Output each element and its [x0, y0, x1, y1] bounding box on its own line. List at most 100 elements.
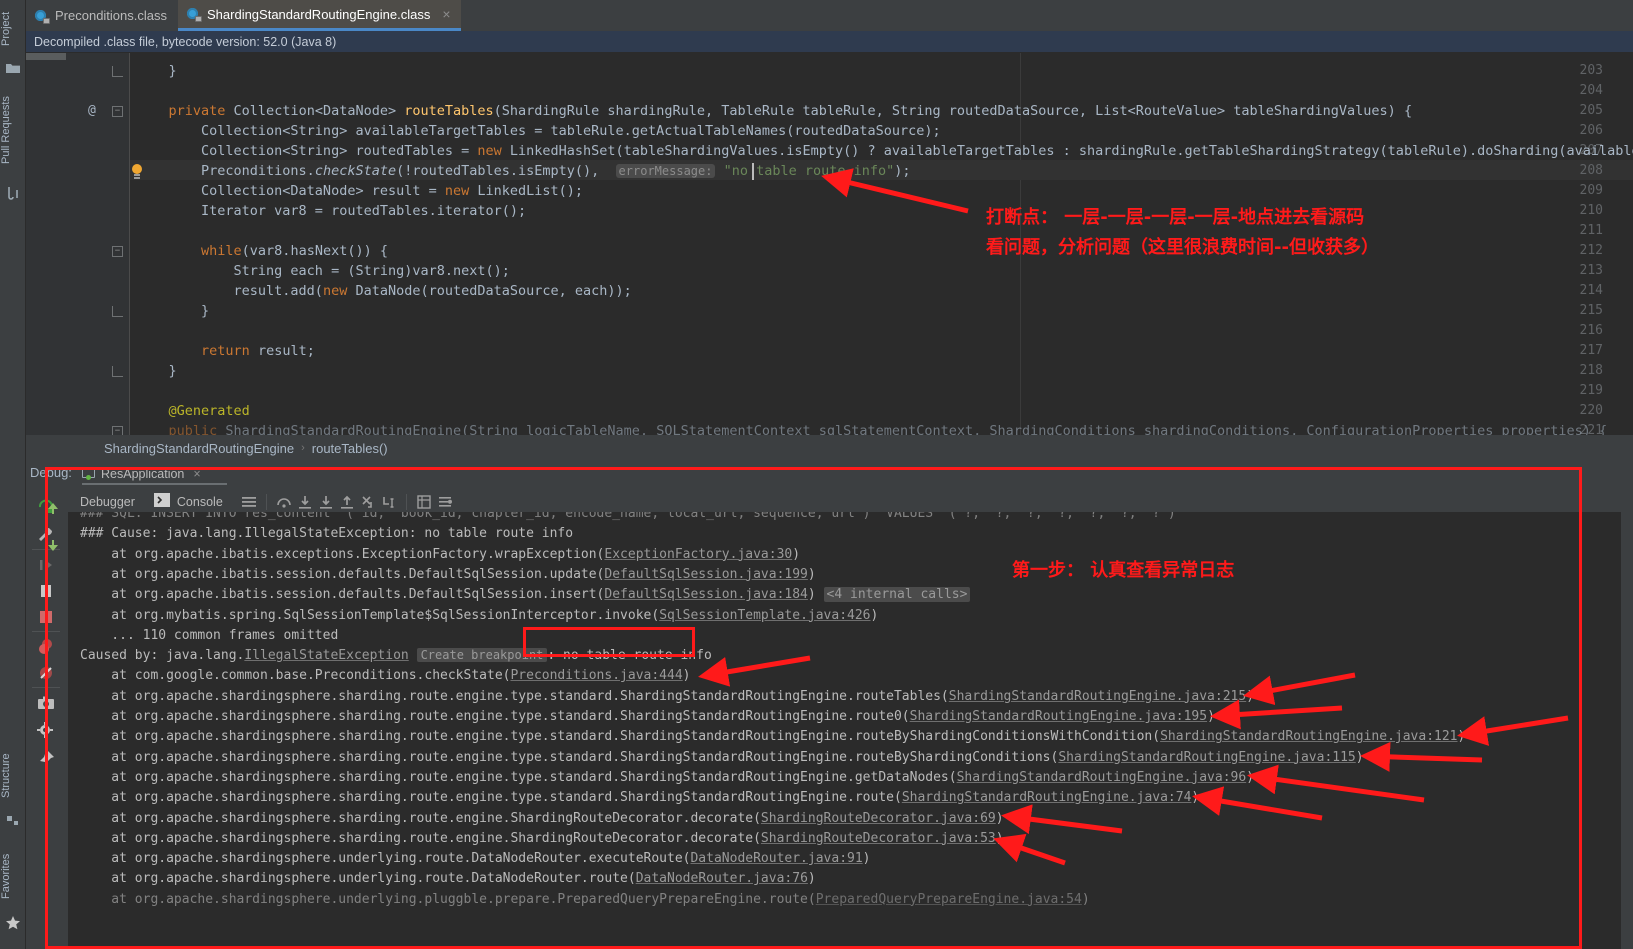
breadcrumb-separator-icon: › [301, 442, 305, 454]
console-line[interactable]: ### SQL: INSERT INTO res_content ( id, b… [80, 512, 1176, 521]
line-number: 209 [1579, 183, 1603, 198]
console-line[interactable]: at org.apache.shardingsphere.sharding.ro… [80, 750, 1363, 765]
line-number: 211 [1579, 223, 1603, 238]
project-folder-icon[interactable] [5, 60, 21, 76]
stop-icon[interactable] [36, 607, 56, 627]
code-editor[interactable]: 203 } 204 205 @ − private Collection<DataNod… [26, 53, 1633, 435]
console-line[interactable]: at org.apache.ibatis.session.defaults.De… [80, 567, 815, 582]
console-line[interactable]: Caused by: java.lang.IllegalStateExcepti… [80, 648, 712, 663]
line-number: 220 [1579, 403, 1603, 418]
line-number: 218 [1579, 363, 1603, 378]
code-line[interactable]: } [136, 303, 209, 319]
console-line[interactable]: at com.google.common.base.Preconditions.… [80, 668, 690, 683]
code-line[interactable]: while(var8.hasNext()) { [136, 243, 388, 259]
breadcrumb-class[interactable]: ShardingStandardRoutingEngine [104, 441, 294, 456]
console-line[interactable]: at org.apache.shardingsphere.underlying.… [80, 871, 815, 886]
scroll-up-icon[interactable] [46, 500, 60, 516]
rail-structure-label[interactable]: Structure [0, 740, 26, 812]
tab-console[interactable]: Console [146, 491, 231, 513]
console-line[interactable]: ... 110 common frames omitted [80, 628, 338, 643]
scroll-down-icon[interactable] [46, 538, 60, 554]
code-line[interactable]: Collection<String> routedTables = new Li… [136, 143, 1633, 159]
code-fold-toggle-icon[interactable]: − [112, 426, 123, 435]
code-line[interactable]: } [136, 363, 177, 379]
step-into-icon[interactable] [317, 493, 335, 511]
code-fold-toggle-icon[interactable]: − [112, 246, 123, 257]
code-line[interactable]: Preconditions.checkState(!routedTables.i… [136, 163, 911, 179]
tab-debugger[interactable]: Debugger [72, 491, 143, 513]
console-line[interactable]: at org.apache.ibatis.session.defaults.De… [80, 587, 971, 603]
editor-horizontal-scrollbar[interactable] [26, 53, 66, 60]
star-icon[interactable] [5, 915, 21, 931]
line-number: 208 [1579, 163, 1603, 178]
code-fold-toggle-icon[interactable] [112, 306, 123, 317]
view-breakpoints-icon[interactable] [36, 637, 56, 657]
settings-gear-icon[interactable] [36, 721, 56, 741]
code-fold-toggle-icon[interactable]: − [112, 106, 123, 117]
layout-settings-icon[interactable] [240, 493, 258, 511]
run-to-cursor-icon[interactable] [380, 493, 398, 511]
run-tab-label: ResApplication [101, 466, 185, 481]
code-line[interactable]: return result; [136, 343, 315, 359]
screenshot-camera-icon[interactable] [36, 693, 56, 713]
code-line[interactable]: Collection<DataNode> result = new Linked… [136, 183, 583, 199]
console-line[interactable]: at org.apache.shardingsphere.sharding.ro… [80, 790, 1199, 805]
run-configuration-tab[interactable]: ResApplication × [82, 463, 201, 484]
code-line[interactable]: Iterator var8 = routedTables.iterator(); [136, 203, 526, 219]
tab-debugger-label: Debugger [80, 495, 135, 509]
console-output[interactable]: ### SQL: INSERT INTO res_content ( id, b… [68, 512, 1621, 949]
console-line[interactable]: at org.apache.shardingsphere.sharding.ro… [80, 811, 1003, 826]
structure-icon[interactable] [5, 812, 21, 828]
line-number: 212 [1579, 243, 1603, 258]
pin-icon[interactable] [36, 749, 56, 769]
console-line[interactable]: at org.mybatis.spring.SqlSessionTemplate… [80, 608, 878, 623]
pause-program-icon[interactable] [36, 581, 56, 601]
console-line[interactable]: at org.apache.shardingsphere.sharding.ro… [80, 709, 1215, 724]
line-number: 204 [1579, 83, 1603, 98]
code-line[interactable]: result.add(new DataNode(routedDataSource… [136, 283, 632, 299]
evaluate-expression-icon[interactable] [415, 493, 433, 511]
code-line[interactable]: } [136, 63, 177, 79]
line-number: 216 [1579, 323, 1603, 338]
override-marker-icon[interactable]: @ [88, 103, 96, 118]
step-over-icon[interactable] [296, 493, 314, 511]
code-line[interactable]: private Collection<DataNode> routeTables… [136, 103, 1413, 119]
tab-preconditions[interactable]: Preconditions.class × [26, 0, 197, 31]
code-fold-toggle-icon[interactable] [112, 366, 123, 377]
console-line[interactable]: at org.apache.shardingsphere.sharding.ro… [80, 770, 1254, 785]
console-line[interactable]: at org.apache.shardingsphere.sharding.ro… [80, 689, 1254, 704]
decompiled-notification-bar: Decompiled .class file, bytecode version… [26, 31, 1633, 53]
code-line[interactable]: Collection<String> availableTargetTables… [136, 123, 941, 139]
code-line[interactable]: String each = (String)var8.next(); [136, 263, 510, 279]
line-number: 215 [1579, 303, 1603, 318]
drop-frame-icon[interactable] [359, 493, 377, 511]
run-tab-close-icon[interactable]: × [193, 467, 200, 481]
resume-program-icon[interactable] [36, 555, 56, 575]
rail-favorites-label[interactable]: Favorites [0, 840, 26, 912]
code-fold-toggle-icon[interactable] [112, 66, 123, 77]
rail-pull-requests-label[interactable]: Pull Requests [0, 80, 26, 180]
tab-label: Preconditions.class [55, 8, 167, 23]
debug-panel-label: Debug: [30, 465, 72, 480]
code-line[interactable]: @Generated [136, 403, 250, 419]
java-class-icon [187, 7, 202, 22]
tab-shardingstandardroutingengine[interactable]: ShardingStandardRoutingEngine.class × [178, 0, 461, 31]
console-line[interactable]: at org.apache.shardingsphere.underlying.… [80, 892, 1089, 907]
console-icon [153, 493, 172, 511]
console-line[interactable]: at org.apache.shardingsphere.sharding.ro… [80, 831, 1003, 846]
rail-project-label[interactable]: Project [0, 2, 26, 56]
line-number: 217 [1579, 343, 1603, 358]
console-line[interactable]: at org.apache.shardingsphere.underlying.… [80, 851, 870, 866]
console-line[interactable]: at org.apache.ibatis.exceptions.Exceptio… [80, 547, 800, 562]
breadcrumb-method[interactable]: routeTables() [312, 441, 388, 456]
tab-close-icon[interactable]: × [442, 6, 450, 22]
settings-list-icon[interactable] [436, 493, 454, 511]
pull-request-icon[interactable] [5, 185, 21, 201]
force-step-over-icon[interactable] [275, 493, 293, 511]
console-line[interactable]: ### Cause: java.lang.IllegalStateExcepti… [80, 526, 573, 541]
console-line[interactable]: at org.apache.shardingsphere.sharding.ro… [80, 729, 1465, 744]
annotation-console-note: 第一步： 认真查看异常日志 [1012, 560, 1235, 581]
mute-breakpoints-icon[interactable] [36, 663, 56, 683]
code-line[interactable]: public ShardingStandardRoutingEngine(Str… [136, 423, 1608, 435]
step-out-icon[interactable] [338, 493, 356, 511]
